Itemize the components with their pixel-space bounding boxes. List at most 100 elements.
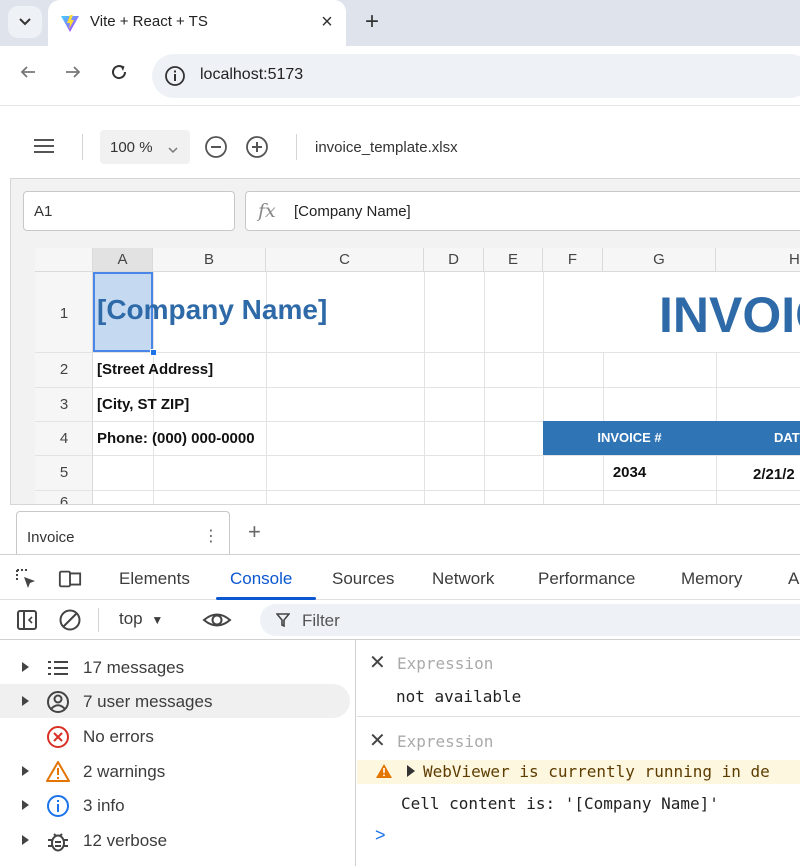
cell-a1[interactable]: [Company Name] — [97, 294, 327, 326]
reload-icon[interactable] — [104, 60, 134, 90]
expression-label[interactable]: Expression — [397, 732, 493, 751]
row-header-6[interactable]: 6 — [35, 494, 93, 504]
tab-elements[interactable]: Elements — [119, 569, 190, 589]
expression-value: not available — [396, 687, 522, 706]
new-tab-icon[interactable]: + — [358, 8, 386, 36]
console-toolbar: top ▼ Filter — [0, 600, 800, 640]
column-header-f[interactable]: F — [543, 248, 603, 272]
file-name: invoice_template.xlsx — [315, 139, 458, 156]
console-log-message: Cell content is: '[Company Name]' — [401, 794, 719, 813]
cell-f4[interactable]: INVOICE # — [543, 430, 716, 445]
tab-network[interactable]: Network — [432, 569, 494, 589]
sidebar-item-messages[interactable]: 17 messages — [0, 650, 356, 684]
toolbar-divider — [296, 134, 297, 160]
user-icon — [47, 691, 69, 713]
tab-console[interactable]: Console — [230, 569, 292, 589]
live-expression-eye-icon[interactable] — [202, 608, 232, 632]
formula-text: [Company Name] — [294, 203, 411, 220]
close-tab-icon[interactable]: × — [316, 11, 338, 33]
expand-arrow-icon[interactable] — [22, 835, 29, 845]
cell-a3[interactable]: [City, ST ZIP] — [97, 396, 189, 413]
sidebar-item-label: 12 verbose — [83, 831, 168, 850]
cell-grid[interactable]: A B C D E F G H 1 2 3 4 5 6 [Company Nam — [35, 248, 800, 504]
expression-label[interactable]: Expression — [397, 654, 493, 673]
fill-handle[interactable] — [150, 349, 157, 356]
row-header-1[interactable]: 1 — [35, 305, 93, 322]
sidebar-item-user-messages[interactable]: 7 user messages — [0, 684, 350, 718]
column-header-d[interactable]: D — [424, 248, 484, 272]
expand-arrow-icon[interactable] — [22, 662, 29, 672]
sidebar-item-info[interactable]: 3 info — [0, 788, 356, 822]
device-toolbar-icon[interactable] — [58, 567, 82, 591]
cell-g1[interactable]: INVOICE — [659, 286, 800, 344]
column-header-h[interactable]: H — [716, 248, 800, 272]
function-icon: fx — [258, 200, 276, 222]
column-header-a[interactable]: A — [93, 248, 153, 272]
sheet-viewport: A B C D E F G H 1 2 3 4 5 6 [Company Nam — [10, 242, 800, 504]
omnibox[interactable]: localhost:5173 — [152, 54, 800, 98]
column-header-b[interactable]: B — [153, 248, 266, 272]
expand-arrow-icon[interactable] — [22, 800, 29, 810]
expand-arrow-icon[interactable] — [22, 766, 29, 776]
context-select[interactable]: top ▼ — [119, 609, 163, 629]
formula-bar: A1 fx [Company Name] — [10, 178, 800, 242]
console-filter-input[interactable]: Filter — [260, 604, 800, 636]
expand-arrow-icon[interactable] — [22, 696, 29, 706]
column-header-g[interactable]: G — [603, 248, 716, 272]
remove-expression-icon[interactable]: ✕ — [369, 728, 386, 753]
tab-memory[interactable]: Memory — [681, 569, 742, 589]
info-icon — [47, 795, 69, 817]
browser-tab[interactable]: Vite + React + TS × — [48, 0, 346, 46]
gridline — [424, 272, 425, 504]
add-sheet-icon[interactable]: + — [248, 519, 261, 545]
sheet-tab-bar: Invoice ⋮ + — [10, 504, 800, 555]
sidebar-item-label: No errors — [83, 727, 154, 746]
sheet-tab-invoice[interactable]: Invoice ⋮ — [16, 511, 230, 555]
grid-corner[interactable] — [35, 248, 93, 272]
cell-h5[interactable]: 2/21/2 — [753, 466, 795, 483]
warning-text: WebViewer is currently running in de — [423, 762, 770, 781]
zoom-out-icon[interactable] — [204, 135, 228, 159]
column-header-c[interactable]: C — [266, 248, 424, 272]
cell-a2[interactable]: [Street Address] — [97, 361, 213, 378]
filter-placeholder: Filter — [302, 611, 340, 630]
column-header-e[interactable]: E — [484, 248, 543, 272]
sidebar-item-warnings[interactable]: 2 warnings — [0, 754, 356, 788]
cell-h4[interactable]: DATE — [774, 430, 800, 445]
clear-console-icon[interactable] — [58, 608, 82, 632]
sheet-tab-label: Invoice — [27, 529, 75, 546]
toolbar-divider — [98, 608, 99, 632]
forward-icon[interactable] — [58, 60, 88, 90]
name-box[interactable]: A1 — [23, 191, 235, 231]
tab-more[interactable]: A — [788, 569, 799, 589]
chevron-down-icon — [19, 18, 31, 26]
sidebar-toggle-icon[interactable] — [15, 608, 39, 632]
sidebar-item-verbose[interactable]: 12 verbose — [0, 823, 356, 857]
console-sidebar: 17 messages 7 user messages No errors 2 … — [0, 640, 356, 866]
tab-performance[interactable]: Performance — [538, 569, 635, 589]
name-box-value: A1 — [34, 203, 53, 220]
back-icon[interactable] — [13, 60, 43, 90]
sidebar-item-errors[interactable]: No errors — [0, 719, 356, 753]
formula-input[interactable]: fx [Company Name] — [245, 191, 800, 231]
cell-f5[interactable]: 2034 — [543, 464, 716, 481]
row-header-2[interactable]: 2 — [35, 361, 93, 378]
inspect-element-icon[interactable] — [14, 567, 38, 591]
gridline — [35, 455, 800, 456]
row-header-3[interactable]: 3 — [35, 396, 93, 413]
console-warning-row[interactable]: WebViewer is currently running in de — [357, 760, 800, 784]
zoom-in-icon[interactable] — [245, 135, 269, 159]
site-info-icon[interactable] — [164, 65, 186, 87]
tab-search-button[interactable] — [8, 6, 42, 38]
zoom-select[interactable]: 100 % — [100, 130, 190, 164]
row-header-5[interactable]: 5 — [35, 464, 93, 481]
row-header-4[interactable]: 4 — [35, 430, 93, 447]
tab-sources[interactable]: Sources — [332, 569, 394, 589]
bug-icon — [48, 833, 68, 852]
console-prompt[interactable]: > — [375, 825, 386, 846]
cell-a4[interactable]: Phone: (000) 000-0000 — [97, 430, 255, 447]
remove-expression-icon[interactable]: ✕ — [369, 650, 386, 675]
more-vert-icon[interactable]: ⋮ — [203, 526, 219, 546]
menu-icon[interactable] — [34, 138, 54, 154]
expand-arrow-icon[interactable] — [407, 765, 415, 777]
